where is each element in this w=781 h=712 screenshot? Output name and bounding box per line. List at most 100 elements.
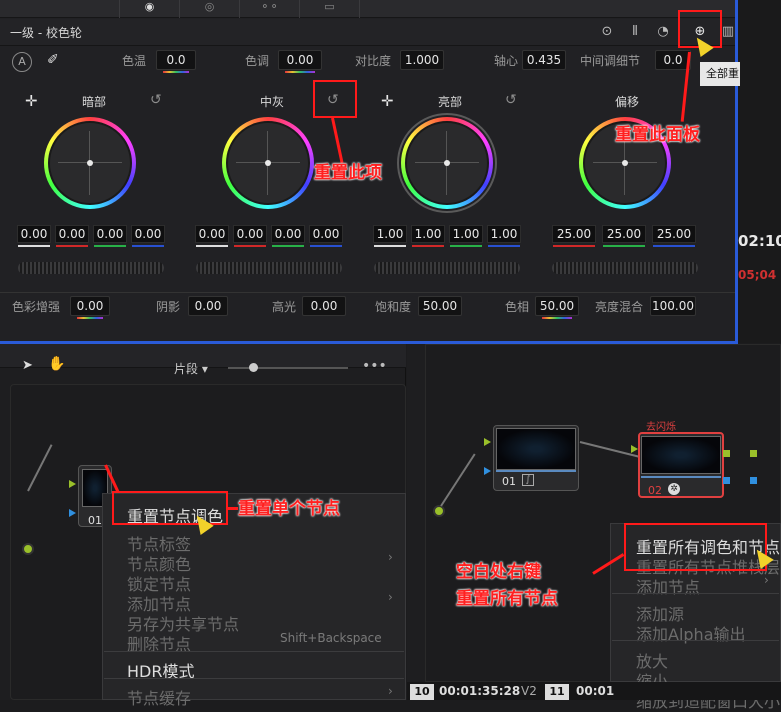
node-input-port[interactable] bbox=[484, 438, 491, 446]
submenu-chevron-icon: › bbox=[764, 573, 769, 587]
gain-jog-wheel[interactable] bbox=[374, 262, 520, 274]
wheels-mode-icon[interactable]: ⊙ bbox=[597, 22, 617, 42]
lift-r-value[interactable]: 0.00 bbox=[55, 225, 89, 243]
lift-picker-icon[interactable]: ✛ bbox=[25, 92, 38, 110]
highlights-field[interactable]: 0.00 bbox=[302, 296, 346, 316]
node-key-port[interactable] bbox=[69, 509, 76, 517]
gain-r-value[interactable]: 1.00 bbox=[411, 225, 445, 243]
underline-g bbox=[94, 245, 126, 247]
tooltip: 全部重 bbox=[700, 62, 740, 86]
more-icon[interactable]: ••• bbox=[362, 358, 387, 374]
rgb-mixer-tab-icon[interactable]: ⚬⚬ bbox=[240, 0, 300, 18]
auto-balance-icon[interactable]: A bbox=[12, 52, 32, 72]
gain-y-value[interactable]: 1.00 bbox=[373, 225, 407, 243]
log-mode-icon[interactable]: ◔ bbox=[653, 22, 673, 42]
annotation-right-click: 空白处右键 bbox=[456, 562, 541, 582]
menu-item-add-node[interactable]: 添加节点 bbox=[636, 574, 700, 598]
temp-label: 色温 bbox=[122, 54, 147, 68]
underline-g bbox=[603, 245, 645, 247]
picker-icon[interactable]: ✐ bbox=[47, 52, 59, 68]
node-thumbnail bbox=[641, 436, 721, 474]
offset-b-value[interactable]: 25.00 bbox=[652, 225, 696, 243]
motion-tab-icon[interactable]: ▭ bbox=[300, 0, 360, 18]
colorboost-field[interactable]: 0.00 bbox=[70, 296, 110, 319]
gamma-b-value[interactable]: 0.00 bbox=[309, 225, 343, 243]
underline-b bbox=[488, 245, 520, 247]
node-key-port[interactable] bbox=[484, 467, 491, 475]
clip-index[interactable]: 10 bbox=[410, 684, 434, 700]
submenu-chevron-icon: › bbox=[388, 590, 393, 604]
contrast-field[interactable]: 1.000 bbox=[400, 50, 444, 70]
gamma-r-value[interactable]: 0.00 bbox=[233, 225, 267, 243]
gamma-wheel[interactable] bbox=[222, 117, 314, 209]
gamma-g-value[interactable]: 0.00 bbox=[271, 225, 305, 243]
lift-b-value[interactable]: 0.00 bbox=[131, 225, 165, 243]
underline-y bbox=[374, 245, 406, 247]
submenu-chevron-icon: › bbox=[388, 684, 393, 698]
node-input-port[interactable] bbox=[69, 480, 76, 488]
menu-divider bbox=[104, 678, 404, 679]
underline-b bbox=[653, 245, 695, 247]
lift-g-value[interactable]: 0.00 bbox=[93, 225, 127, 243]
annotation-reset-panel: 重置此面板 bbox=[615, 125, 700, 145]
lift-jog-wheel[interactable] bbox=[18, 262, 164, 274]
offset-jog-wheel[interactable] bbox=[552, 262, 698, 274]
underline-b bbox=[310, 245, 342, 247]
pivot-field[interactable]: 0.435 bbox=[522, 50, 566, 70]
toolbar-tab-1[interactable] bbox=[60, 0, 120, 18]
node-id: 01 bbox=[88, 514, 102, 527]
middetail-label: 中间调细节 bbox=[580, 54, 641, 68]
underline-y bbox=[18, 245, 50, 247]
bars-mode-icon[interactable]: ⦀ bbox=[625, 22, 645, 42]
menu-divider bbox=[104, 651, 404, 652]
lift-reset-icon[interactable]: ↺ bbox=[150, 92, 162, 108]
source-node-port[interactable] bbox=[433, 505, 445, 517]
source-node-port[interactable] bbox=[22, 543, 34, 555]
shortcut-label: Shift+Backspace bbox=[280, 631, 382, 645]
gain-reset-icon[interactable]: ↺ bbox=[505, 92, 517, 108]
gain-picker-icon[interactable]: ✛ bbox=[381, 92, 394, 110]
zoom-slider-handle[interactable] bbox=[249, 363, 258, 372]
gain-wheel[interactable] bbox=[401, 117, 493, 209]
saturation-field[interactable]: 50.00 bbox=[418, 296, 462, 316]
menu-divider bbox=[612, 640, 779, 641]
node-input-port[interactable] bbox=[631, 445, 638, 453]
clip-track: V2 bbox=[521, 684, 537, 698]
top-toolbar: ◉ ◎ ⚬⚬ ▭ bbox=[0, 0, 737, 18]
contrast-label: 对比度 bbox=[355, 54, 392, 68]
menu-item-add-alpha[interactable]: 添加Alpha输出 bbox=[636, 621, 746, 645]
offset-label: 偏移 bbox=[614, 95, 639, 109]
hdr-tab-icon[interactable]: ◎ bbox=[180, 0, 240, 18]
gamma-y-value[interactable]: 0.00 bbox=[195, 225, 229, 243]
clip-timecode: 00:01:35:28 bbox=[439, 684, 521, 698]
shadows-field[interactable]: 0.00 bbox=[188, 296, 228, 316]
gain-b-value[interactable]: 1.00 bbox=[487, 225, 521, 243]
final-key-output-port[interactable] bbox=[750, 477, 757, 484]
node-key-output-port[interactable] bbox=[723, 477, 730, 484]
lummix-field[interactable]: 100.00 bbox=[650, 296, 696, 316]
node-output-port[interactable] bbox=[723, 450, 730, 457]
pointer-tool-icon[interactable]: ➤ bbox=[22, 358, 33, 373]
highlights-label: 高光 bbox=[272, 300, 297, 314]
gamma-jog-wheel[interactable] bbox=[196, 262, 342, 274]
lift-y-value[interactable]: 0.00 bbox=[17, 225, 51, 243]
background-window bbox=[737, 0, 781, 343]
gamma-label: 中灰 bbox=[259, 95, 284, 109]
tint-field[interactable]: 0.00 bbox=[278, 50, 322, 73]
shadows-label: 阴影 bbox=[156, 300, 181, 314]
menu-item-node-cache[interactable]: 节点缓存 bbox=[127, 685, 191, 709]
hand-tool-icon[interactable]: ✋ bbox=[48, 356, 65, 372]
hue-field[interactable]: 50.00 bbox=[535, 296, 579, 319]
submenu-chevron-icon: › bbox=[388, 550, 393, 564]
clip-mode-select[interactable]: 片段 ▾ bbox=[174, 360, 208, 377]
gain-g-value[interactable]: 1.00 bbox=[449, 225, 483, 243]
temp-field[interactable]: 0.0 bbox=[156, 50, 196, 73]
lift-wheel[interactable] bbox=[44, 117, 136, 209]
color-wheel-tab-icon[interactable]: ◉ bbox=[120, 0, 180, 18]
offset-g-value[interactable]: 25.00 bbox=[602, 225, 646, 243]
final-output-port[interactable] bbox=[750, 450, 757, 457]
offset-r-value[interactable]: 25.00 bbox=[552, 225, 596, 243]
zoom-slider-track[interactable] bbox=[228, 367, 348, 369]
clip-index[interactable]: 11 bbox=[545, 684, 569, 700]
node-id: 02 bbox=[648, 484, 662, 497]
